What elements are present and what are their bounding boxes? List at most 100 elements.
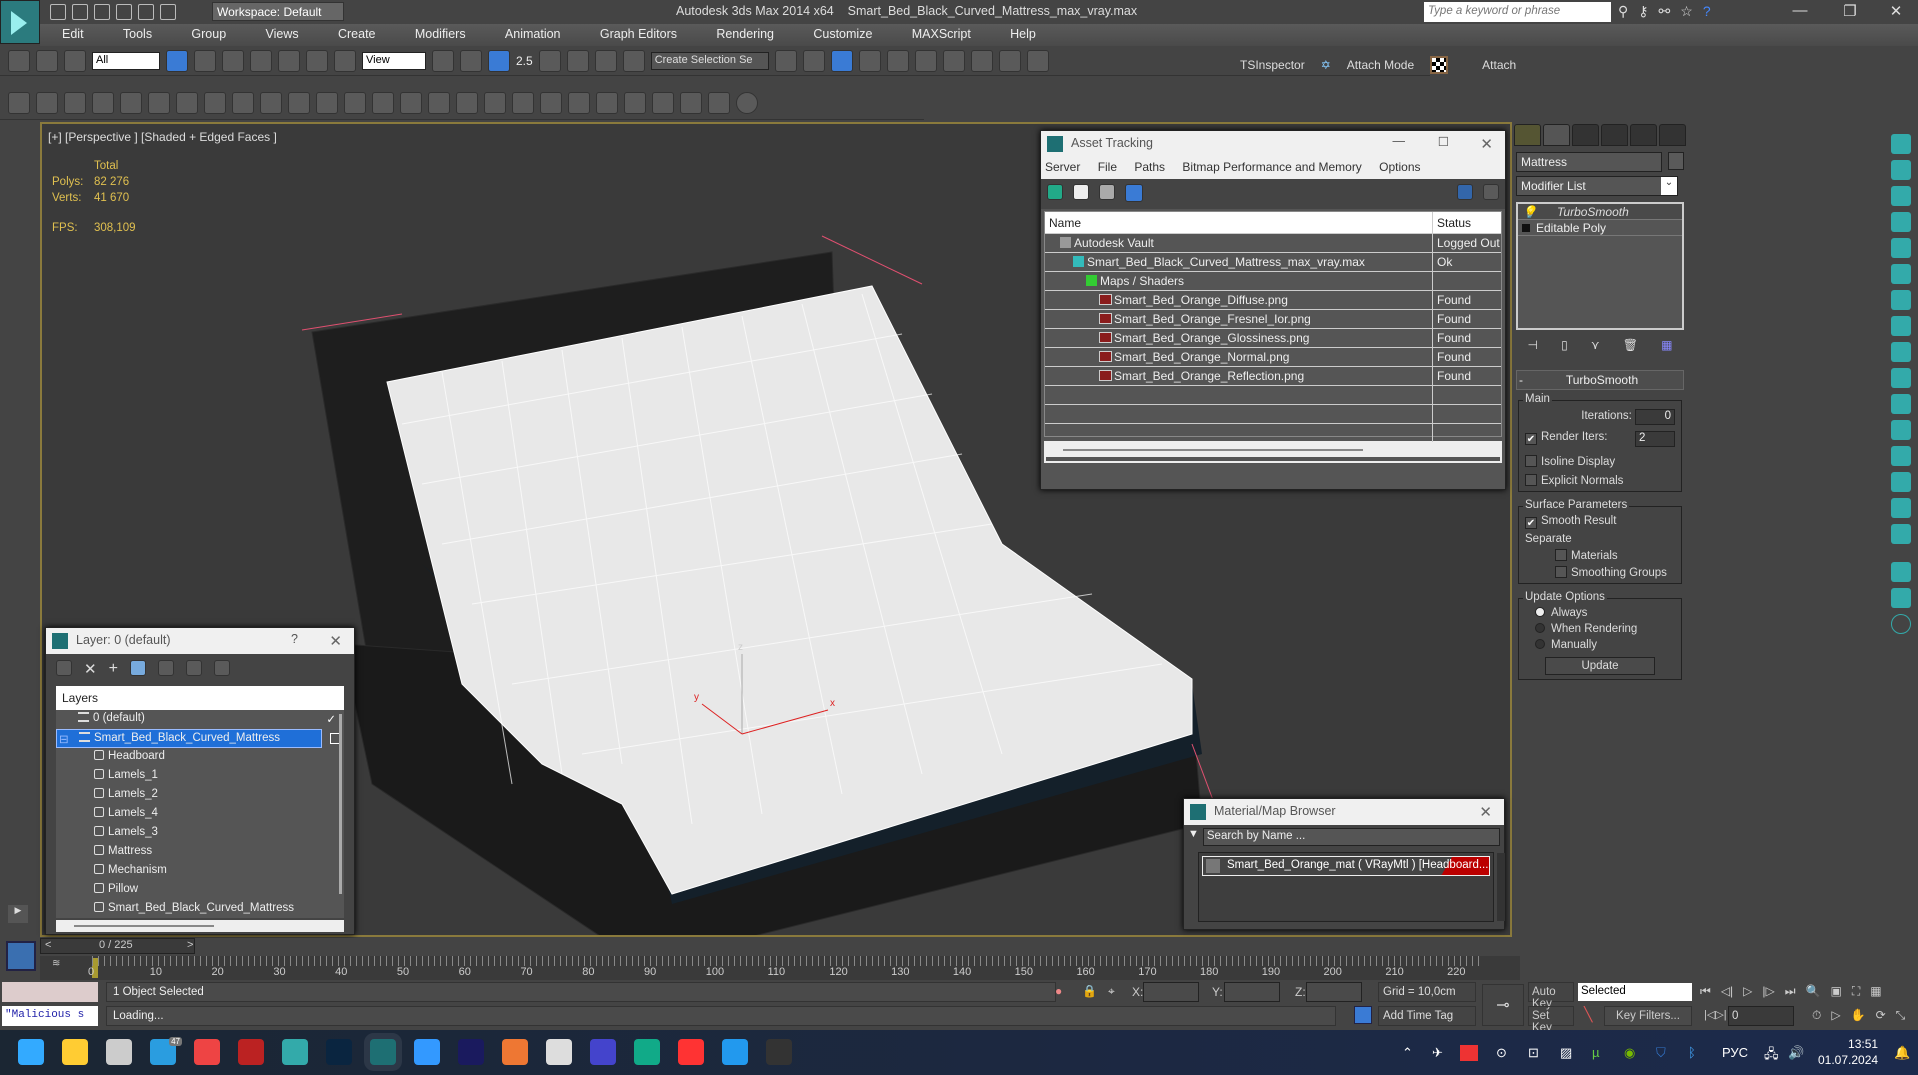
add-time-tag-button[interactable]: Add Time Tag [1378, 1006, 1476, 1026]
ring-icon[interactable] [1891, 342, 1911, 362]
menu-create[interactable]: Create [316, 24, 390, 41]
help-circle-icon[interactable] [1891, 614, 1911, 634]
render-iters-spinner[interactable]: 2 [1635, 431, 1675, 447]
network-lock-tray-icon[interactable]: ⊡ [1528, 1045, 1539, 1061]
light-bulb-icon[interactable] [1891, 186, 1911, 206]
display-tab-icon[interactable] [1630, 124, 1657, 146]
curve-editor-mini-icon[interactable]: ≋ [52, 958, 60, 969]
turbosmooth-rollout-header[interactable]: - TurboSmooth [1516, 370, 1684, 390]
forest-icon[interactable] [1891, 562, 1911, 582]
pivot-center-icon[interactable] [432, 49, 454, 72]
spinner-snap-icon[interactable] [594, 49, 617, 72]
image-stack-icon[interactable] [1891, 368, 1911, 388]
modifier-list-dropdown[interactable]: Modifier List ⌄ [1516, 176, 1678, 196]
log-icon[interactable] [708, 91, 730, 114]
zoom-extents-icon[interactable]: ⛶ [1852, 984, 1860, 999]
menu-paths[interactable]: Paths [1134, 160, 1165, 174]
set-key-mode-icon[interactable]: ⊸ [1482, 984, 1524, 1026]
asset-row[interactable]: Autodesk Vault Logged Out [1045, 234, 1501, 253]
proxy-icon[interactable] [428, 91, 450, 114]
object-name-input[interactable]: Mattress [1516, 152, 1662, 172]
menu-maxscript[interactable]: MAXScript [890, 24, 985, 41]
delete-layer-icon[interactable]: ✕ [84, 660, 97, 678]
panel-icon[interactable] [64, 91, 86, 114]
table-view-icon[interactable] [1125, 184, 1143, 202]
taskbar-edge-icon[interactable] [634, 1039, 660, 1065]
configure-sets-icon[interactable]: ▦ [1661, 338, 1672, 356]
notification-bell-icon[interactable]: 🔔 [1894, 1045, 1910, 1061]
bluetooth-tray-icon[interactable]: ᛒ [1688, 1045, 1696, 1060]
refresh-icon[interactable] [1047, 184, 1063, 200]
object-row[interactable]: Mattress [56, 843, 344, 862]
menu-server[interactable]: Server [1045, 160, 1080, 174]
unlink-icon[interactable] [36, 49, 58, 72]
asset-row[interactable]: Smart_Bed_Orange_Glossiness.png Found [1045, 329, 1501, 348]
tsinspector-button[interactable]: TSInspector [1240, 58, 1305, 72]
next-frame-button[interactable]: > [187, 939, 193, 951]
menu-views[interactable]: Views [244, 24, 313, 41]
maximize-viewport-icon[interactable]: ⤡ [1896, 1008, 1906, 1023]
workspace-dropdown[interactable]: Workspace: Default [212, 2, 344, 21]
taskbar-chrome-icon[interactable] [194, 1039, 220, 1065]
keyword-search-input[interactable]: Type a keyword or phrase [1424, 2, 1611, 22]
material-item[interactable]: Smart_Bed_Orange_mat ( VRayMtl ) [Headbo… [1202, 856, 1490, 876]
scatter-icon[interactable] [1891, 264, 1911, 284]
redo-icon[interactable] [138, 4, 154, 20]
menu-bitmap-performance[interactable]: Bitmap Performance and Memory [1182, 160, 1361, 174]
scrollbar-thumb[interactable] [1063, 449, 1363, 451]
remove-modifier-icon[interactable]: 🗑 [1623, 338, 1638, 356]
material-search-input[interactable]: Search by Name ... [1202, 828, 1500, 846]
fur-helper-icon[interactable] [484, 91, 506, 114]
menu-tools[interactable]: Tools [101, 24, 166, 41]
bulb-icon[interactable]: 💡 [1522, 205, 1537, 219]
region-render-icon[interactable] [680, 91, 702, 114]
attach-mode-button[interactable]: Attach Mode [1347, 58, 1414, 72]
add-camera-icon[interactable] [1891, 160, 1911, 180]
dome-light-icon[interactable] [260, 91, 282, 114]
defender-tray-icon[interactable]: ⛉ [1656, 1045, 1666, 1061]
object-row[interactable]: Smart_Bed_Black_Curved_Mattress [56, 900, 344, 919]
collapse-icon[interactable]: - [1519, 373, 1523, 387]
curve-editor-icon[interactable] [886, 49, 909, 72]
sphere-icon[interactable] [176, 91, 198, 114]
taskbar-file-explorer-icon[interactable] [62, 1039, 88, 1065]
set-key-button[interactable]: Set Key [1528, 1006, 1574, 1034]
render-play-icon[interactable] [1891, 472, 1911, 492]
column-status[interactable]: Status [1433, 212, 1501, 233]
tree-icon[interactable] [1891, 238, 1911, 258]
time-slider[interactable]: < 0 / 225 > [40, 938, 195, 954]
viewport-layout-button[interactable] [6, 941, 36, 971]
camera-icon[interactable] [1891, 134, 1911, 154]
vertical-scrollbar[interactable] [339, 714, 342, 894]
sun-icon[interactable] [372, 91, 394, 114]
tree-page-icon[interactable] [1891, 316, 1911, 336]
menu-file[interactable]: File [1098, 160, 1117, 174]
render-iters-checkbox[interactable]: ✔ [1525, 433, 1537, 445]
object-row[interactable]: Lamels_3 [56, 824, 344, 843]
manually-radio[interactable] [1535, 639, 1545, 649]
satellite-icon[interactable]: ⚯ [1659, 3, 1681, 19]
taskbar-start-icon[interactable] [18, 1039, 44, 1065]
grid-window-icon[interactable] [92, 91, 114, 114]
y-coord-input[interactable] [1224, 982, 1280, 1002]
scale-icon[interactable] [334, 49, 356, 72]
angle-snap-icon[interactable] [538, 49, 561, 72]
select-manipulate-icon[interactable] [460, 49, 482, 72]
checker-icon[interactable] [1430, 56, 1449, 74]
time-config-icon[interactable]: ⏱ [1812, 1008, 1821, 1023]
taskbar-yandex-icon[interactable] [678, 1039, 704, 1065]
restore-button[interactable]: ❐ [1830, 2, 1870, 22]
minimize-button[interactable]: — [1780, 2, 1820, 22]
rotate-icon[interactable] [306, 49, 328, 72]
tray-overflow-icon[interactable]: ⌃ [1402, 1045, 1413, 1061]
utilities-tab-icon[interactable] [1659, 124, 1686, 146]
close-button[interactable]: ✕ [1480, 135, 1493, 153]
key-mode-toggle-icon[interactable]: |◁▷| [1704, 1008, 1727, 1021]
create-tab-icon[interactable] [1514, 124, 1541, 146]
current-frame-input[interactable]: 0 [1728, 1006, 1794, 1026]
object-row[interactable]: Lamels_4 [56, 805, 344, 824]
material-browser-titlebar[interactable]: Material/Map Browser ✕ [1184, 799, 1504, 825]
go-to-end-icon[interactable]: ⏭ [1785, 984, 1796, 999]
render-window-icon[interactable] [36, 91, 58, 114]
pan-hand-icon[interactable]: ✋ [1851, 1008, 1866, 1023]
